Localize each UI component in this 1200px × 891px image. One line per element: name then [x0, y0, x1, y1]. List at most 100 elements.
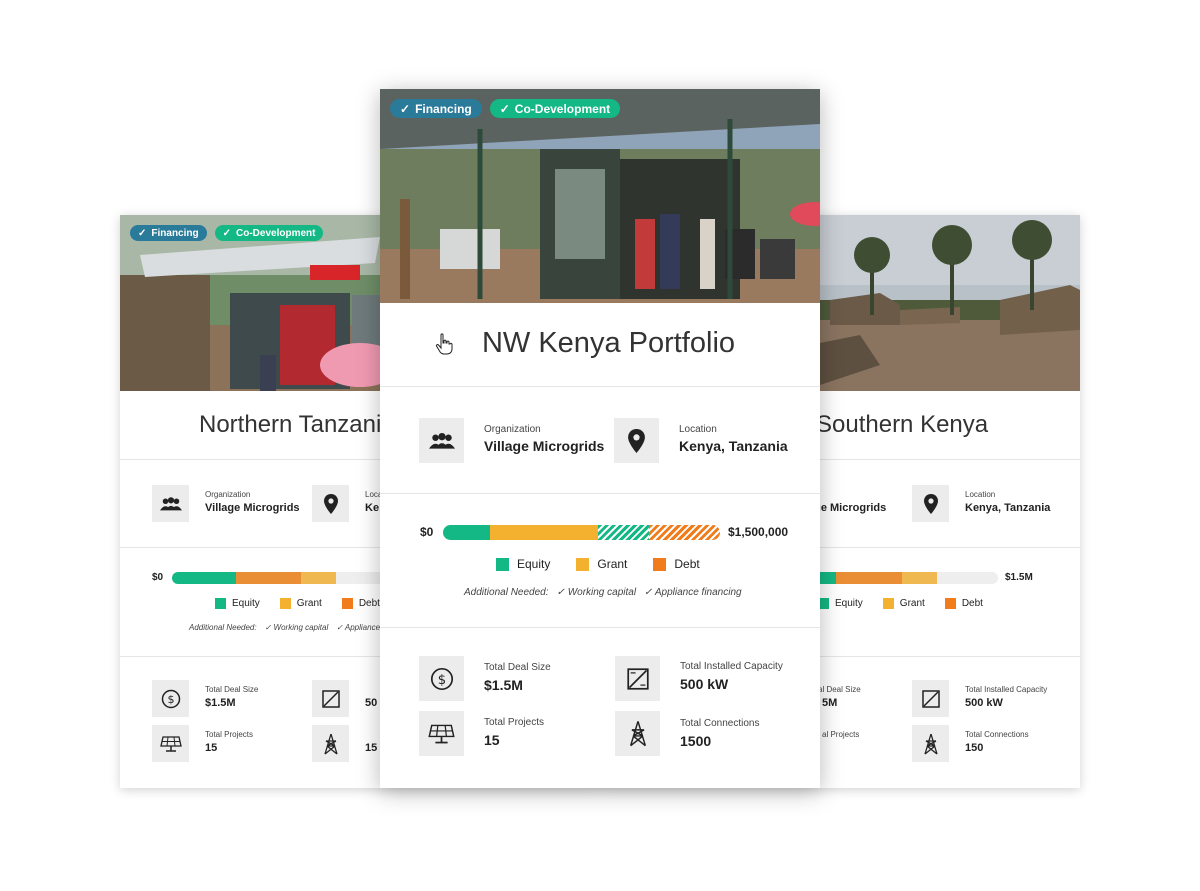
- connections-value: 15: [365, 742, 378, 754]
- check-icon: ✓: [336, 623, 343, 632]
- legend-label: Grant: [899, 598, 925, 609]
- need-item: Appliance financing: [654, 587, 742, 598]
- legend-label: Grant: [296, 598, 322, 609]
- grant-swatch: [279, 598, 291, 609]
- deal-size-value: $1.5M: [484, 677, 523, 693]
- project-card-nw-kenya-portfolio[interactable]: ✓ Financing ✓ Co-Development NW Kenya Port…: [380, 89, 820, 788]
- card-title: NW Kenya Portfolio: [481, 327, 736, 359]
- legend-label: Debt: [961, 598, 983, 609]
- need-item: Working capital: [567, 587, 637, 598]
- debt-swatch: [653, 557, 667, 571]
- check-icon: ✓: [222, 227, 232, 239]
- installed-capacity-value: 50: [365, 697, 378, 709]
- organization-label: Organization: [484, 424, 541, 435]
- debt-hatched-segment: [649, 525, 720, 540]
- location-label: Location: [679, 424, 717, 435]
- check-icon: ✓: [499, 101, 510, 116]
- badge-label: Financing: [151, 227, 199, 239]
- funding-legend: Equity Grant Debt: [818, 598, 983, 609]
- grant-swatch: [576, 557, 590, 571]
- projects-label: al Projects: [822, 730, 860, 739]
- bar-max-label: $1.5M: [1005, 572, 1033, 583]
- location-value: Ke: [365, 502, 380, 514]
- transmission-tower-icon: [912, 725, 949, 762]
- projects-value: 15: [484, 732, 500, 748]
- grant-segment: [490, 525, 599, 540]
- need-item: Working capital: [273, 623, 329, 632]
- legend-label: Equity: [232, 598, 260, 609]
- equity-swatch: [215, 598, 226, 609]
- solar-panel-icon: [152, 725, 189, 762]
- financing-badge: ✓ Financing: [130, 225, 207, 241]
- additional-needed-label: Additional Needed:: [464, 587, 549, 598]
- location-pin-icon: [312, 485, 349, 522]
- badge-label: Co-Development: [236, 227, 316, 239]
- legend-label: Equity: [835, 598, 863, 609]
- connections-label: Total Connections: [965, 730, 1029, 739]
- deal-size-value: $1.5M: [205, 697, 236, 709]
- transmission-tower-icon: [615, 711, 660, 756]
- deal-size-label: Total Deal Size: [205, 685, 259, 694]
- location-pin-icon: [614, 418, 659, 463]
- funding-bar: [172, 572, 392, 584]
- check-icon: ✓: [138, 227, 147, 239]
- check-icon: ✓: [400, 101, 411, 116]
- funding-legend: Equity Grant Debt: [215, 598, 380, 609]
- grant-swatch: [882, 598, 894, 609]
- location-pin-icon: [912, 485, 949, 522]
- capacity-meter-icon: [912, 680, 949, 717]
- dollar-icon: $: [152, 680, 189, 717]
- installed-capacity-label: Total Installed Capacity: [680, 661, 783, 672]
- organization-value: Village Microgrids: [205, 502, 300, 514]
- divider: [380, 627, 820, 628]
- people-icon: [152, 485, 189, 522]
- svg-text:$: $: [437, 672, 445, 687]
- additional-needed: Additional Needed: ✓ Working capital ✓ App…: [464, 587, 742, 598]
- badge-label: Financing: [415, 101, 472, 116]
- installed-capacity-value: 500 kW: [680, 676, 729, 692]
- legend-label: Debt: [674, 557, 700, 571]
- deal-size-label: al Deal Size: [818, 685, 861, 694]
- equity-segment: [172, 572, 236, 584]
- legend-equity: Equity: [496, 557, 550, 571]
- location-value: Kenya, Tanzania: [679, 438, 788, 454]
- capacity-meter-icon: [615, 656, 660, 701]
- legend-label: Grant: [597, 557, 628, 571]
- solar-panel-icon: [419, 711, 464, 756]
- debt-segment: [836, 572, 902, 584]
- deal-size-label: Total Deal Size: [484, 662, 551, 673]
- legend-grant: Grant: [279, 598, 322, 609]
- funding-legend: Equity Grant Debt: [496, 557, 700, 571]
- legend-label: Debt: [358, 598, 380, 609]
- capacity-meter-icon: [312, 680, 349, 717]
- debt-swatch: [944, 598, 956, 609]
- co-development-badge: ✓ Co-Development: [214, 225, 324, 241]
- check-icon: ✓: [264, 623, 272, 632]
- legend-equity: Equity: [215, 598, 260, 609]
- transmission-tower-icon: [312, 725, 349, 762]
- installed-capacity-label: Total Installed Capacity: [965, 685, 1048, 694]
- svg-text:$: $: [167, 693, 174, 706]
- people-icon: [419, 418, 464, 463]
- location-value: Kenya, Tanzania: [965, 502, 1051, 514]
- organization-value: Village Microgrids: [484, 438, 605, 454]
- connections-label: Total Connections: [680, 718, 760, 729]
- legend-debt: Debt: [341, 598, 380, 609]
- co-development-badge: ✓ Co-Development: [489, 99, 621, 118]
- projects-value: 15: [205, 742, 218, 754]
- legend-debt: Debt: [944, 598, 983, 609]
- check-icon: ✓: [644, 587, 653, 598]
- check-icon: ✓: [556, 587, 565, 598]
- organization-label: Organization: [205, 490, 251, 499]
- dollar-icon: $: [419, 656, 464, 701]
- legend-grant: Grant: [882, 598, 925, 609]
- projects-label: Total Projects: [484, 717, 545, 728]
- legend-equity: Equity: [818, 598, 863, 609]
- location-label: Location: [965, 490, 996, 499]
- grant-segment: [301, 572, 336, 584]
- funding-bar: [443, 525, 720, 540]
- legend-grant: Grant: [576, 557, 627, 571]
- debt-swatch: [341, 598, 353, 609]
- bar-max-label: $1,500,000: [728, 525, 789, 539]
- legend-label: Equity: [517, 557, 551, 571]
